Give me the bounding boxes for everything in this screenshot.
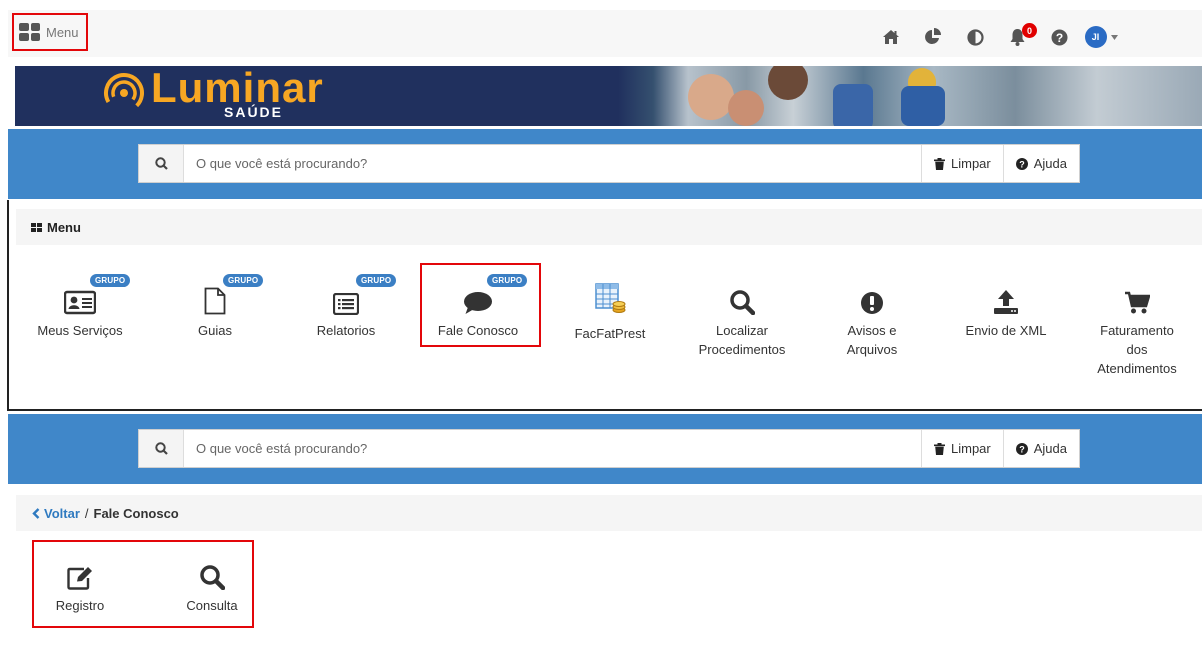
clear-button-label: Limpar [951,441,991,456]
svg-text:?: ? [1055,31,1062,45]
clear-button[interactable]: Limpar [921,145,1003,182]
back-link-label: Voltar [44,505,80,521]
avatar: JI [1084,26,1107,48]
chevron-left-icon [32,507,40,519]
menu-tile-label: Fale Conosco [437,323,519,338]
submenu-tile-label: Registro [55,598,105,613]
group-badge: GRUPO [90,274,131,287]
chart-pie-icon[interactable] [912,22,954,52]
menu-tile-facfatprest[interactable]: FacFatPrest [548,275,672,343]
menu-tile-label: Envio de XML [965,323,1047,338]
exclamation-circle-icon [861,292,883,314]
search-icon[interactable] [139,430,184,467]
search-input[interactable] [184,145,921,182]
menu-tile-label: Localizar Procedimentos [698,323,786,357]
grid-icon [19,23,40,41]
breadcrumb-separator: / [84,505,89,521]
trash-icon [934,157,945,170]
banner-photo [618,66,1202,126]
clear-button-label: Limpar [951,156,991,171]
svg-text:?: ? [1019,444,1025,454]
list-icon [333,293,359,315]
submenu-tile-registro[interactable]: Registro [32,560,128,615]
cart-icon [1125,291,1150,314]
home-icon[interactable] [870,22,912,52]
menu-tile-faturamento[interactable]: Faturamento dos Atendimentos [1075,275,1199,378]
grid-icon [31,222,42,232]
luminar-logo-icon [104,73,144,113]
submenu-tile-consulta[interactable]: Consulta [164,560,260,615]
help-button[interactable]: ? Ajuda [1002,145,1079,182]
clear-button[interactable]: Limpar [921,430,1003,467]
menu-tile-avisos-e-arquivos[interactable]: Avisos e Arquivos [810,275,934,359]
menu-tile-guias[interactable]: GRUPO Guias [153,274,277,340]
question-circle-icon: ? [1015,157,1028,170]
search-icon[interactable] [139,145,184,182]
menu-tile-label: FacFatPrest [574,326,646,341]
menu-tile-envio-de-xml[interactable]: Envio de XML [944,275,1068,340]
group-badge: GRUPO [356,274,397,287]
top-menu-button[interactable]: Menu [12,13,88,51]
breadcrumb-current: Fale Conosco [93,505,179,521]
menu-tile-label: Faturamento dos Atendimentos [1097,323,1177,376]
help-button-label: Ajuda [1033,441,1067,456]
search-box: Limpar ? Ajuda [138,144,1080,183]
search-band-top: Limpar ? Ajuda [8,129,1202,199]
edit-icon [67,567,92,590]
trash-icon [934,442,945,455]
menu-tile-label: Guias [198,323,232,338]
menu-tile-relatorios[interactable]: GRUPO Relatorios [284,274,408,340]
user-menu[interactable]: JI [1080,22,1122,52]
breadcrumb: Voltar / Fale Conosco [16,495,1202,531]
notification-badge: 0 [1022,23,1037,38]
search-input[interactable] [184,430,921,467]
upload-icon [994,290,1018,314]
back-link[interactable]: Voltar [32,506,80,521]
help-button[interactable]: ? Ajuda [1002,430,1079,467]
search-box: Limpar ? Ajuda [138,429,1080,468]
svg-text:?: ? [1019,159,1025,169]
id-card-icon [64,290,96,315]
brand-subtitle: SAÚDE [224,104,284,120]
search-icon [730,290,755,315]
menu-tile-fale-conosco[interactable]: GRUPO Fale Conosco [416,274,540,340]
menu-tile-meus-servicos[interactable]: GRUPO Meus Serviços [18,274,142,340]
top-icon-group: 0 ? JI [870,22,1122,52]
chevron-down-icon [1110,34,1118,40]
submenu-tile-label: Consulta [186,598,238,613]
menu-panel-title: Menu [47,219,81,235]
menu-tile-label: Relatorios [316,323,376,338]
help-icon[interactable]: ? [1038,22,1080,52]
menu-tile-label: Avisos e Arquivos [846,323,898,357]
contrast-icon[interactable] [954,22,996,52]
group-badge: GRUPO [223,274,264,287]
comment-icon [464,292,492,314]
menu-panel-header: Menu [16,209,1202,245]
help-button-label: Ajuda [1033,156,1067,171]
menu-tile-label: Meus Serviços [37,323,123,338]
question-circle-icon: ? [1015,442,1028,455]
spreadsheet-coins-icon [595,283,626,313]
search-icon [200,565,225,590]
top-menu-label: Menu [46,24,79,40]
menu-tile-localizar-procedimentos[interactable]: Localizar Procedimentos [680,275,804,359]
brand-banner: Luminar SAÚDE [15,66,1202,126]
bell-icon[interactable]: 0 [996,22,1038,52]
file-icon [204,287,226,315]
group-badge: GRUPO [487,274,528,287]
search-band-bottom: Limpar ? Ajuda [8,414,1202,484]
